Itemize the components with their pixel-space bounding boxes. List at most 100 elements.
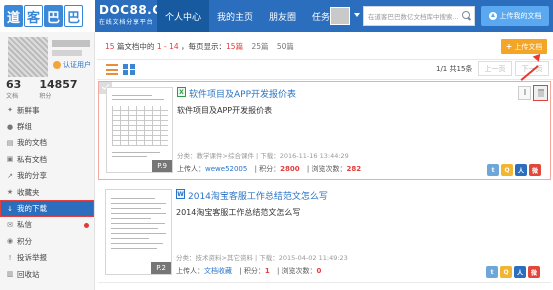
tencent-weibo-icon[interactable]: t (487, 164, 499, 176)
nav-my-homepage[interactable]: 我的主页 (209, 0, 261, 32)
document-description: 软件项目及APP开发报价表 (177, 106, 273, 115)
list-item[interactable]: P.9 X 软件项目及APP开发报价表 软件项目及APP开发报价表 分类：教学课… (98, 81, 551, 180)
separator: | (254, 165, 257, 173)
tencent-weibo-icon[interactable]: t (486, 266, 498, 278)
document-meta: 分类：教学课件>综合课件 | 下载：2016-11-16 13:44:29 (177, 152, 349, 160)
divider (97, 59, 553, 60)
views-label: 浏览次数： (311, 165, 347, 173)
sidebar-item-favorites[interactable]: ★ 收藏夹 (0, 184, 94, 200)
document-meta: 分类：技术资料>其它资料 | 下载：2015-04-02 11:49:23 (176, 254, 348, 262)
perpage-unit: 篇 (235, 42, 244, 51)
username-redacted[interactable] (52, 40, 90, 47)
sidebar-item-points[interactable]: ◉ 积分 (0, 233, 94, 249)
sidebar-item-groups[interactable]: ● 群组 (0, 118, 94, 134)
group-icon: ● (6, 122, 14, 131)
document-thumbnail[interactable]: P.2 (105, 189, 172, 275)
sidebar-item-label: 私有文档 (17, 154, 47, 164)
document-description: 2014淘宝客服工作总结范文怎么写 (176, 208, 301, 217)
uploader-link[interactable]: 文档收藏 (204, 267, 232, 275)
sidebar-item-news[interactable]: ✦ 新鲜事 (0, 102, 94, 118)
stat-documents[interactable]: 63 文档 (6, 78, 22, 101)
separator: | (306, 165, 310, 173)
sidebar-item-label: 群组 (17, 122, 32, 132)
nav-personal-center[interactable]: 个人中心 (157, 0, 210, 32)
document-title[interactable]: 2014淘宝客服工作总结范文怎么写 (188, 189, 328, 202)
perpage-option-25[interactable]: 25篇 (251, 42, 268, 51)
uploader-label: 上传人： (176, 267, 204, 275)
uploader-label: 上传人： (177, 165, 205, 173)
logo[interactable]: 道 客 巴 巴 (0, 0, 95, 32)
sidebar-menu: ✦ 新鲜事 ● 群组 ▤ 我的文档 ▣ 私有文档 ↗ 我的分享 ★ 收藏夹 ↓ 我的下载 ✉ 私… (0, 102, 94, 282)
uploader-link[interactable]: wewe52005 (205, 165, 247, 173)
sina-weibo-icon[interactable]: 微 (529, 164, 541, 176)
sidebar-item-reports[interactable]: ! 投诉举报 (0, 250, 94, 266)
grid-view-icon[interactable] (123, 64, 135, 75)
list-view-icon[interactable] (106, 64, 118, 75)
logo-char: 巴 (64, 5, 83, 27)
user-subtitle-redacted (52, 50, 82, 56)
views-label: 浏览次数： (281, 267, 317, 275)
upload-doc-button[interactable]: + 上传文档 (501, 39, 547, 54)
nav-friends[interactable]: 朋友圈 (261, 0, 304, 32)
perpage-value[interactable]: 15 (226, 42, 236, 51)
sidebar-item-label: 投诉举报 (17, 253, 47, 263)
sidebar-item-label: 我的分享 (17, 171, 47, 181)
sidebar-item-private-documents[interactable]: ▣ 私有文档 (0, 151, 94, 167)
list-summary: 15 篇文档中的 1 - 14 ，每页显示：15篇 25篇 50篇 (105, 41, 294, 52)
download-icon[interactable] (518, 86, 531, 100)
search-icon[interactable] (462, 11, 470, 19)
qzone-icon[interactable]: Q (500, 266, 512, 278)
renren-icon[interactable]: 人 (514, 266, 526, 278)
chevron-down-icon[interactable] (354, 13, 360, 17)
sidebar-item-my-documents[interactable]: ▤ 我的文档 (0, 135, 94, 151)
views-value: 0 (316, 267, 322, 275)
header-avatar[interactable] (330, 7, 350, 25)
document-title[interactable]: 软件项目及APP开发报价表 (189, 87, 296, 100)
summary-text: 篇文档中的 (116, 42, 155, 51)
logo-char: 巴 (44, 5, 63, 27)
prev-page-button[interactable]: 上一页 (478, 61, 512, 76)
excel-file-icon: X (177, 87, 186, 97)
upload-button-label: 上传我的文档 (499, 12, 542, 20)
document-stats: 上传人：wewe52005 | 积分：2800 | 浏览次数：282 (177, 164, 361, 174)
qzone-icon[interactable]: Q (501, 164, 513, 176)
coin-icon: ◉ (6, 237, 14, 246)
page-count-badge: P.2 (151, 262, 171, 274)
points-label: 积分： (243, 267, 265, 275)
stat-points[interactable]: 14857 积分 (39, 79, 77, 101)
list-item[interactable]: P.2 W 2014淘宝客服工作总结范文怎么写 2014淘宝客服工作总结范文怎么… (98, 184, 551, 283)
lock-icon: ▣ (6, 155, 14, 164)
sidebar-item-label: 我的下载 (17, 204, 47, 214)
upload-icon (488, 12, 497, 20)
sidebar-item-my-downloads[interactable]: ↓ 我的下载 (0, 200, 94, 217)
delete-button[interactable] (533, 85, 548, 101)
document-stats: 上传人：文档收藏 | 积分：1 | 浏览次数：0 (176, 266, 321, 276)
total-count: 15 (105, 42, 115, 51)
document-thumbnail[interactable]: P.9 (106, 87, 173, 173)
perpage-option-50[interactable]: 50篇 (277, 42, 294, 51)
sidebar-item-recycle-bin[interactable]: ▥ 回收站 (0, 266, 94, 282)
sidebar-item-label: 收藏夹 (17, 187, 40, 197)
stat-value: 63 (6, 78, 22, 91)
search-input[interactable]: 在道客巴巴数亿文档库中搜索... (363, 6, 475, 26)
verified-label: 认证用户 (63, 61, 91, 69)
upload-doc-label: 上传文档 (514, 42, 543, 51)
sina-weibo-icon[interactable]: 微 (528, 266, 540, 278)
stat-label: 文档 (6, 93, 19, 100)
sidebar-item-messages[interactable]: ✉ 私信 (0, 217, 94, 233)
trash-icon (537, 89, 544, 97)
word-file-icon: W (176, 189, 185, 199)
renren-icon[interactable]: 人 (515, 164, 527, 176)
upload-document-button[interactable]: 上传我的文档 (481, 6, 549, 26)
perpage-label: ，每页显示： (181, 42, 227, 51)
stat-label: 积分 (39, 93, 52, 100)
pager-info: 1/1 共15条 (436, 65, 473, 73)
verified-icon (53, 61, 61, 69)
report-icon: ! (8, 253, 12, 262)
share-buttons: t Q 人 微 (486, 266, 540, 278)
range-text: 1 - 14 (156, 42, 179, 51)
avatar[interactable] (8, 37, 48, 77)
sidebar-item-my-shares[interactable]: ↗ 我的分享 (0, 168, 94, 184)
points-value: 2800 (280, 165, 300, 173)
sidebar-item-label: 积分 (17, 236, 32, 246)
